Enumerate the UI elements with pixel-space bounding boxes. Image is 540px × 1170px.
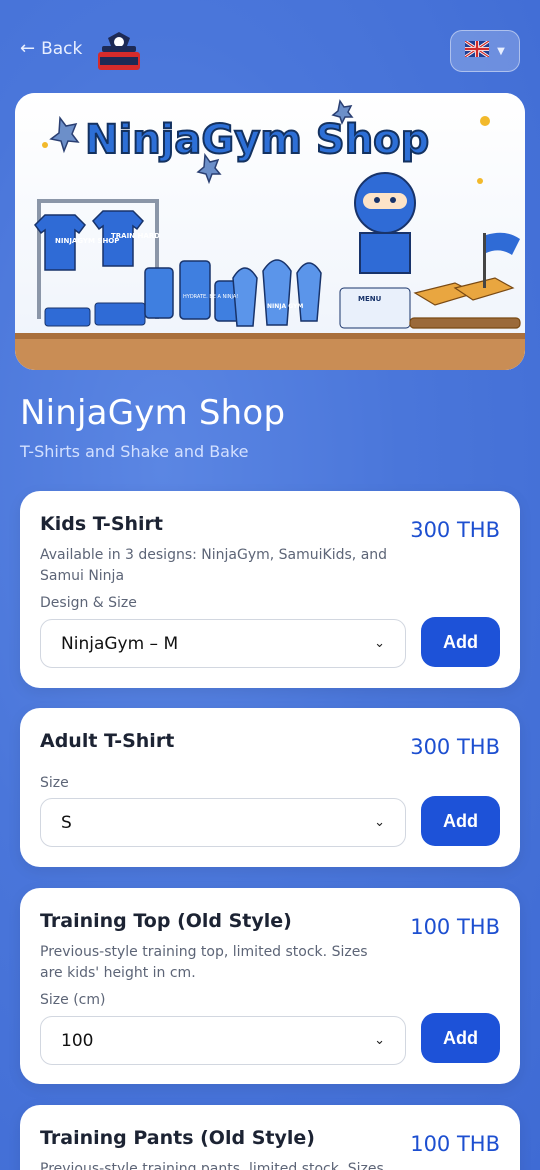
add-button[interactable]: Add	[421, 796, 500, 846]
product-card-training-top: Training Top (Old Style) 100 THB Previou…	[20, 888, 520, 1084]
product-price: 100 THB	[410, 1132, 500, 1156]
back-button[interactable]: ← Back	[20, 38, 82, 59]
size-select[interactable]: S ⌄	[40, 798, 406, 847]
svg-text:HYDRATE. BE A NINJA!: HYDRATE. BE A NINJA!	[183, 294, 238, 300]
hero-banner: NinjaGym Shop NINJAGYM SHOP TRAIN HARD N…	[15, 93, 525, 370]
design-size-select[interactable]: NinjaGym – M ⌄	[40, 619, 406, 668]
product-price: 100 THB	[410, 915, 500, 939]
shop-illustration: NinjaGym Shop NINJAGYM SHOP TRAIN HARD N…	[15, 93, 525, 370]
chevron-down-icon: ⌄	[374, 636, 385, 651]
product-card-adult-tshirt: Adult T-Shirt 300 THB Size S ⌄ Add	[20, 708, 520, 867]
product-name: Kids T-Shirt	[40, 513, 163, 535]
uk-flag-icon	[464, 39, 490, 61]
product-description: Previous-style training top, limited sto…	[40, 944, 368, 981]
chevron-down-icon: ▼	[497, 45, 505, 57]
top-bar: ← Back ▼	[0, 0, 540, 92]
back-label: Back	[41, 38, 83, 59]
select-value: NinjaGym – M	[61, 633, 179, 654]
product-card-kids-tshirt: Kids T-Shirt 300 THB Available in 3 desi…	[20, 491, 520, 688]
add-button[interactable]: Add	[421, 617, 500, 667]
chevron-down-icon: ⌄	[374, 815, 385, 830]
product-description: Previous-style training pants, limited s…	[40, 1161, 384, 1170]
select-value: S	[61, 812, 72, 833]
add-button[interactable]: Add	[421, 1013, 500, 1063]
size-cm-select[interactable]: 100 ⌄	[40, 1016, 406, 1065]
chevron-down-icon: ⌄	[374, 1033, 385, 1048]
language-selector[interactable]: ▼	[450, 30, 520, 72]
product-name: Training Top (Old Style)	[40, 910, 292, 932]
field-label: Size	[40, 775, 69, 791]
svg-text:TRAIN HARD: TRAIN HARD	[111, 232, 160, 240]
svg-text:NINJAGYM SHOP: NINJAGYM SHOP	[55, 237, 119, 245]
field-label: Design & Size	[40, 595, 137, 611]
product-price: 300 THB	[410, 518, 500, 542]
arrow-left-icon: ←	[20, 38, 36, 59]
svg-text:NINJA GYM: NINJA GYM	[267, 303, 303, 310]
svg-text:NinjaGym Shop: NinjaGym Shop	[85, 117, 429, 163]
product-card-training-pants: Training Pants (Old Style) 100 THB Previ…	[20, 1105, 520, 1170]
product-description: Available in 3 designs: NinjaGym, SamuiK…	[40, 547, 388, 584]
page-title: NinjaGym Shop	[20, 393, 286, 433]
ninjagym-logo[interactable]	[96, 30, 142, 72]
page-subtitle: T-Shirts and Shake and Bake	[20, 442, 249, 461]
field-label: Size (cm)	[40, 992, 106, 1008]
select-value: 100	[61, 1030, 94, 1051]
product-name: Training Pants (Old Style)	[40, 1127, 315, 1149]
svg-text:MENU: MENU	[358, 295, 382, 303]
product-price: 300 THB	[410, 735, 500, 759]
product-name: Adult T-Shirt	[40, 730, 175, 752]
